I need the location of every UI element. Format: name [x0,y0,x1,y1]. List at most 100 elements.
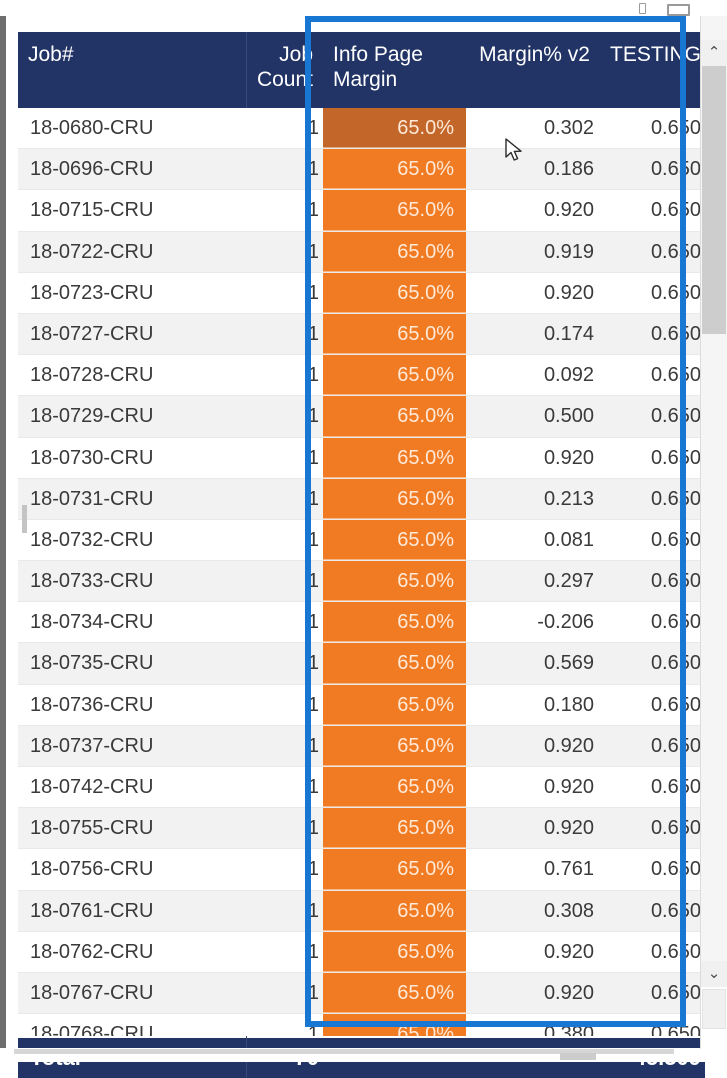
table-cell-info-page-margin[interactable]: 65.0% [323,767,466,808]
column-header-job[interactable]: Job# [18,32,246,108]
table-row[interactable]: 18-0756-CRU 1 65.0% 0.761 0.650 [18,849,705,891]
table-cell-job[interactable]: 18-0742-CRU [18,767,246,807]
table-cell-job-count[interactable]: 1 [246,149,323,189]
table-cell-testing[interactable]: 0.650 [600,602,705,642]
table-cell-margin-pct-v2[interactable]: 0.297 [466,561,600,601]
table-cell-job[interactable]: 18-0722-CRU [18,232,246,272]
table-cell-job-count[interactable]: 1 [246,190,323,230]
table-cell-info-page-margin[interactable]: 65.0% [323,849,466,890]
table-cell-job[interactable]: 18-0715-CRU [18,190,246,230]
column-header-info-page-margin[interactable]: Info Page Margin [323,32,466,108]
table-cell-job-count[interactable]: 1 [246,891,323,931]
table-cell-testing[interactable]: 0.650 [600,1014,705,1036]
table-cell-testing[interactable]: 0.650 [600,520,705,560]
table-cell-info-page-margin[interactable]: 65.0% [323,684,466,725]
table-cell-testing[interactable]: 0.650 [600,190,705,230]
table-cell-job[interactable]: 18-0756-CRU [18,849,246,889]
table-cell-job-count[interactable]: 1 [246,438,323,478]
table-row[interactable]: 18-0731-CRU 1 65.0% 0.213 0.650 [18,478,705,520]
table-row[interactable]: 18-0767-CRU 1 65.0% 0.920 0.650 [18,972,705,1015]
table-cell-info-page-margin[interactable]: 65.0% [323,313,466,355]
table-row[interactable]: 18-0761-CRU 1 65.0% 0.308 0.650 [18,890,705,932]
table-row[interactable]: 18-0723-CRU 1 65.0% 0.920 0.650 [18,272,705,314]
table-cell-job-count[interactable]: 1 [246,685,323,725]
table-cell-job[interactable]: 18-0734-CRU [18,602,246,642]
table-cell-info-page-margin[interactable]: 65.0% [323,396,466,437]
table-cell-info-page-margin[interactable]: 65.0% [323,519,466,561]
table-cell-testing[interactable]: 0.650 [600,973,705,1013]
table-cell-margin-pct-v2[interactable]: 0.092 [466,355,600,395]
vertical-scrollbar[interactable]: ⌃ ⌄ [700,16,727,1049]
table-viewport[interactable]: Job# Job Count Info Page Margin Margin% … [18,32,705,1078]
table-row[interactable]: 18-0680-CRU 1 65.0% 0.302 0.650 [18,108,705,150]
table-cell-margin-pct-v2[interactable]: 0.920 [466,973,600,1013]
table-cell-info-page-margin[interactable]: 65.0% [323,149,466,190]
table-visual[interactable]: Job# Job Count Info Page Margin Margin% … [0,16,727,1078]
table-cell-margin-pct-v2[interactable]: 0.180 [466,685,600,725]
column-header-job-count[interactable]: Job Count [246,32,323,108]
table-cell-margin-pct-v2[interactable]: 0.500 [466,396,600,436]
table-cell-margin-pct-v2[interactable]: 0.920 [466,438,600,478]
table-cell-testing[interactable]: 0.650 [600,396,705,436]
scrollbar-grip[interactable] [22,505,27,533]
table-cell-info-page-margin[interactable]: 65.0% [323,931,466,972]
table-cell-job-count[interactable]: 1 [246,808,323,848]
table-cell-info-page-margin[interactable]: 65.0% [323,355,466,396]
table-cell-margin-pct-v2[interactable]: 0.920 [466,726,600,766]
table-cell-margin-pct-v2[interactable]: 0.302 [466,108,600,148]
table-cell-info-page-margin[interactable]: 65.0% [323,231,466,272]
table-row[interactable]: 18-0729-CRU 1 65.0% 0.500 0.650 [18,396,705,438]
table-cell-info-page-margin[interactable]: 65.0% [323,602,466,643]
table-row[interactable]: 18-0742-CRU 1 65.0% 0.920 0.650 [18,767,705,809]
table-cell-info-page-margin[interactable]: 65.0% [323,808,466,849]
table-cell-margin-pct-v2[interactable]: 0.213 [466,479,600,519]
table-row[interactable]: 18-0722-CRU 1 65.0% 0.919 0.650 [18,231,705,273]
table-cell-job[interactable]: 18-0768-CRU [18,1014,246,1036]
table-cell-job[interactable]: 18-0733-CRU [18,561,246,601]
table-row[interactable]: 18-0727-CRU 1 65.0% 0.174 0.650 [18,313,705,356]
column-header-margin-pct-v2[interactable]: Margin% v2 [466,32,600,108]
table-cell-job-count[interactable]: 1 [246,1014,323,1036]
table-cell-testing[interactable]: 0.650 [600,685,705,725]
table-cell-job-count[interactable]: 1 [246,314,323,354]
table-row[interactable]: 18-0734-CRU 1 65.0% -0.206 0.650 [18,602,705,644]
table-row[interactable]: 18-0737-CRU 1 65.0% 0.920 0.650 [18,725,705,767]
table-cell-testing[interactable]: 0.650 [600,726,705,766]
table-cell-job-count[interactable]: 1 [246,396,323,436]
table-cell-testing[interactable]: 0.650 [600,808,705,848]
table-cell-margin-pct-v2[interactable]: 0.569 [466,643,600,683]
table-cell-job-count[interactable]: 1 [246,643,323,683]
table-cell-testing[interactable]: 0.650 [600,232,705,272]
table-cell-testing[interactable]: 0.650 [600,891,705,931]
table-cell-job[interactable]: 18-0755-CRU [18,808,246,848]
table-cell-job-count[interactable]: 1 [246,726,323,766]
table-cell-job-count[interactable]: 1 [246,273,323,313]
table-cell-testing[interactable]: 0.650 [600,108,705,148]
table-cell-job-count[interactable]: 1 [246,232,323,272]
table-cell-job-count[interactable]: 1 [246,520,323,560]
table-cell-job-count[interactable]: 1 [246,108,323,148]
scroll-up-arrow-icon[interactable]: ⌃ [701,40,727,66]
table-cell-job-count[interactable]: 1 [246,561,323,601]
table-cell-info-page-margin[interactable]: 65.0% [323,972,466,1014]
table-cell-margin-pct-v2[interactable]: -0.206 [466,602,600,642]
table-cell-margin-pct-v2[interactable]: 0.186 [466,149,600,189]
table-row[interactable]: 18-0755-CRU 1 65.0% 0.920 0.650 [18,808,705,850]
table-cell-info-page-margin[interactable]: 65.0% [323,272,466,313]
table-cell-job-count[interactable]: 1 [246,355,323,395]
table-cell-job-count[interactable]: 1 [246,602,323,642]
table-cell-testing[interactable]: 0.650 [600,149,705,189]
table-cell-testing[interactable]: 0.650 [600,355,705,395]
table-cell-margin-pct-v2[interactable]: 0.174 [466,314,600,354]
table-cell-job[interactable]: 18-0730-CRU [18,438,246,478]
table-cell-testing[interactable]: 0.650 [600,932,705,972]
table-row[interactable]: 18-0696-CRU 1 65.0% 0.186 0.650 [18,149,705,191]
table-row[interactable]: 18-0728-CRU 1 65.0% 0.092 0.650 [18,355,705,397]
table-cell-testing[interactable]: 0.650 [600,273,705,313]
table-cell-info-page-margin[interactable]: 65.0% [323,643,466,684]
table-cell-testing[interactable]: 0.650 [600,438,705,478]
table-cell-info-page-margin[interactable]: 65.0% [323,1014,466,1036]
table-cell-job-count[interactable]: 1 [246,767,323,807]
table-cell-job[interactable]: 18-0761-CRU [18,891,246,931]
table-cell-job[interactable]: 18-0762-CRU [18,932,246,972]
